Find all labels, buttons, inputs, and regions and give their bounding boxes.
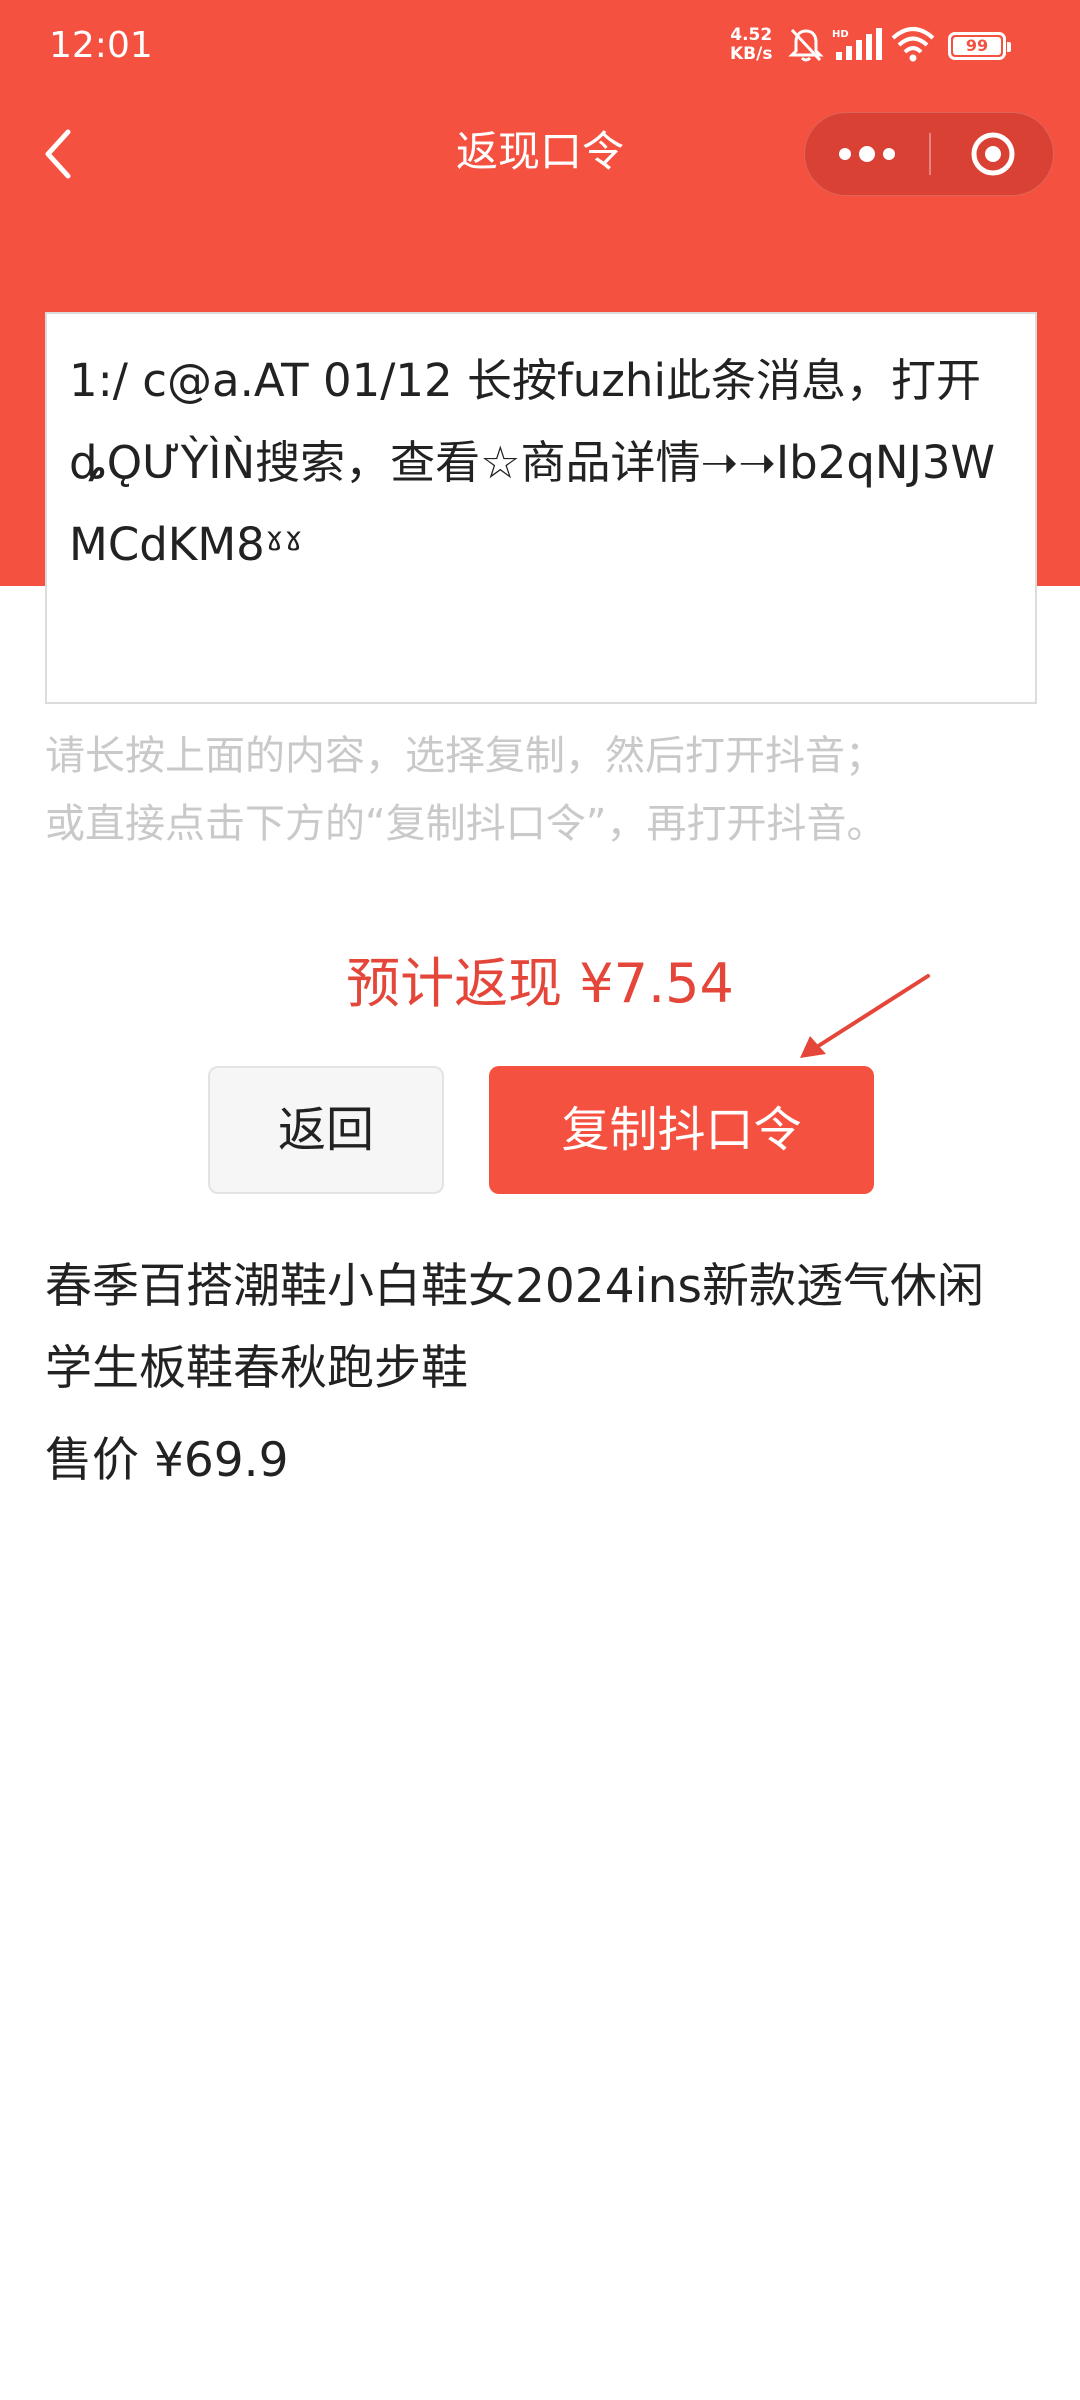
product-price: 售价 ¥69.9 bbox=[45, 1433, 289, 1488]
network-speed-unit: KB/s bbox=[730, 44, 773, 64]
network-speed: 4.52 KB/s bbox=[730, 26, 772, 64]
copy-command-button[interactable]: 复制抖口令 bbox=[489, 1066, 874, 1194]
battery-icon: 99 bbox=[948, 32, 1011, 60]
bell-off-icon bbox=[788, 28, 824, 62]
wifi-icon bbox=[891, 27, 935, 62]
battery-level: 99 bbox=[953, 37, 1001, 55]
network-speed-value: 4.52 bbox=[730, 25, 773, 45]
status-time: 12:01 bbox=[49, 25, 153, 66]
product-title-line-2: 学生板鞋春秋跑步鞋 bbox=[45, 1341, 468, 1396]
signal-icon: HD bbox=[832, 28, 882, 60]
product-title-line-1: 春季百搭潮鞋小白鞋女2024ins新款透气休闲 bbox=[45, 1259, 984, 1314]
copy-hint-line-2: 或直接点击下方的“复制抖口令”，再打开抖音。 bbox=[45, 801, 887, 847]
command-textbox[interactable]: 1:/ c@a.AT 01/12 长按fuzhi此条消息，打开ȡǪƯỲÌǸ搜索，… bbox=[45, 312, 1037, 704]
more-dots-icon[interactable] bbox=[805, 113, 929, 195]
product-title: 春季百搭潮鞋小白鞋女2024ins新款透气休闲 学生板鞋春秋跑步鞋 bbox=[45, 1246, 1045, 1410]
status-bar: 12:01 4.52 KB/s HD 99 bbox=[0, 0, 1080, 96]
svg-text:HD: HD bbox=[832, 29, 849, 40]
command-text[interactable]: 1:/ c@a.AT 01/12 长按fuzhi此条消息，打开ȡǪƯỲÌǸ搜索，… bbox=[69, 340, 1013, 586]
mini-program-capsule bbox=[804, 112, 1054, 196]
target-close-icon[interactable] bbox=[931, 113, 1055, 195]
copy-hint: 请长按上面的内容，选择复制，然后打开抖音； 或直接点击下方的“复制抖口令”，再打… bbox=[45, 722, 1045, 858]
copy-hint-line-1: 请长按上面的内容，选择复制，然后打开抖音； bbox=[45, 733, 885, 779]
page: 12:01 4.52 KB/s HD 99 返现口令 1:/ c@a.AT 01… bbox=[0, 0, 1080, 2400]
arrow-annotation-icon bbox=[800, 974, 930, 1058]
back-button[interactable]: 返回 bbox=[208, 1066, 444, 1194]
